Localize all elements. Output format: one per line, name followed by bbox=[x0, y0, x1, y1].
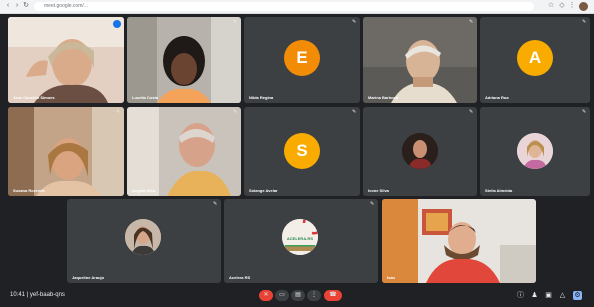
acelera-logo-text: ACELERA-RS bbox=[286, 236, 314, 241]
mic-muted-icon: ✎ bbox=[116, 109, 121, 115]
leave-call-button[interactable]: ☎ bbox=[324, 290, 342, 301]
participant-tile[interactable]: Ivan bbox=[382, 199, 536, 283]
participant-name: Angela Ortiz bbox=[132, 188, 156, 193]
participant-tile[interactable]: ACELERA-RS ✎ Acelera RS bbox=[224, 199, 378, 283]
participant-tile[interactable]: E ✎ Nilda Regina bbox=[244, 17, 360, 103]
participant-avatar: A bbox=[517, 40, 553, 76]
participant-tile[interactable]: ✎ Susana Rezende bbox=[8, 107, 124, 196]
participant-avatar: S bbox=[284, 133, 320, 169]
profile-avatar[interactable] bbox=[579, 2, 588, 11]
participant-name: Nilda Regina bbox=[249, 95, 274, 100]
participant-video bbox=[8, 107, 124, 196]
url-text: meet.google.com/... bbox=[44, 3, 88, 9]
participant-name: Lucelia Costa bbox=[132, 95, 159, 100]
mic-muted-icon: ✎ bbox=[370, 201, 375, 207]
people-icon[interactable]: ♟ bbox=[530, 291, 539, 300]
participant-video bbox=[127, 107, 241, 196]
activities-icon[interactable]: △ bbox=[558, 291, 567, 300]
participant-name: Marina Barbosa bbox=[368, 95, 399, 100]
participant-video bbox=[382, 199, 536, 283]
participant-tile[interactable]: ✎ Angela Ortiz bbox=[127, 107, 241, 196]
participant-tile[interactable]: S ✎ Solange Avelar bbox=[244, 107, 360, 196]
browser-toolbar: ‹ › ↻ meet.google.com/... ☆ ◇ ⋮ bbox=[0, 0, 594, 14]
mic-muted-icon: ✎ bbox=[352, 109, 357, 115]
mic-muted-icon: ✎ bbox=[469, 19, 474, 25]
mic-muted-icon: ✎ bbox=[469, 109, 474, 115]
participant-name: Stella Almeida bbox=[485, 188, 513, 193]
participant-name: Jane Carolina Simoes bbox=[13, 95, 55, 100]
participant-name: Ivan bbox=[387, 275, 396, 280]
chat-icon[interactable]: ▣ bbox=[544, 291, 553, 300]
meeting-time-code: 10:41 | yef-baab-qns bbox=[10, 292, 65, 298]
menu-icon[interactable]: ⋮ bbox=[568, 2, 576, 10]
participant-photo bbox=[125, 219, 161, 255]
participant-video bbox=[127, 17, 241, 103]
participant-video bbox=[363, 17, 477, 103]
mic-muted-icon: ✎ bbox=[213, 201, 218, 207]
participant-tile[interactable]: ✎ Lucelia Costa bbox=[127, 17, 241, 103]
more-options-button[interactable]: ⋮ bbox=[307, 290, 321, 301]
participant-name: Ivone Silva bbox=[368, 188, 389, 193]
participant-name: Adriana Rua bbox=[485, 95, 509, 100]
mic-muted-icon: ✎ bbox=[352, 19, 357, 25]
speaking-indicator-icon bbox=[113, 20, 121, 28]
participant-photo bbox=[402, 133, 438, 169]
participant-tile[interactable]: ✎ Jaqueline Araujo bbox=[67, 199, 221, 283]
back-icon[interactable]: ‹ bbox=[4, 2, 12, 10]
mic-muted-icon: ✎ bbox=[582, 19, 587, 25]
participant-name: Jaqueline Araujo bbox=[72, 275, 105, 280]
host-controls-icon[interactable]: ⚙ bbox=[573, 291, 582, 300]
mic-off-button[interactable]: ✕ bbox=[259, 290, 273, 301]
extension-icon[interactable]: ◇ bbox=[558, 2, 566, 10]
participant-name: Acelera RS bbox=[229, 275, 251, 280]
meeting-controls-bar: 10:41 | yef-baab-qns ✕ ▭ ▤ ⋮ ☎ ⓘ ♟ ▣ △ ⚙ bbox=[0, 284, 594, 307]
reload-icon[interactable]: ↻ bbox=[22, 2, 30, 10]
participant-name: Susana Rezende bbox=[13, 188, 45, 193]
bookmark-star-icon[interactable]: ☆ bbox=[547, 2, 555, 10]
forward-icon[interactable]: › bbox=[13, 2, 21, 10]
participant-logo: ACELERA-RS bbox=[282, 219, 318, 255]
address-bar[interactable]: meet.google.com/... bbox=[34, 2, 534, 11]
participant-tile[interactable]: A ✎ Adriana Rua bbox=[480, 17, 590, 103]
captions-button[interactable]: ▤ bbox=[291, 290, 305, 301]
participant-avatar: E bbox=[284, 40, 320, 76]
participant-tile[interactable]: ✎ Marina Barbosa bbox=[363, 17, 477, 103]
camera-button[interactable]: ▭ bbox=[275, 290, 289, 301]
participant-photo bbox=[517, 133, 553, 169]
participant-name: Solange Avelar bbox=[249, 188, 278, 193]
mic-muted-icon: ✎ bbox=[233, 109, 238, 115]
mic-muted-icon: ✎ bbox=[582, 109, 587, 115]
meeting-info-icon[interactable]: ⓘ bbox=[516, 291, 525, 300]
participant-tile[interactable]: ✎ Stella Almeida bbox=[480, 107, 590, 196]
participant-tile[interactable]: Jane Carolina Simoes bbox=[8, 17, 124, 103]
mic-muted-icon: ✎ bbox=[233, 19, 238, 25]
participant-tile[interactable]: ✎ Ivone Silva bbox=[363, 107, 477, 196]
participant-video bbox=[8, 17, 124, 103]
